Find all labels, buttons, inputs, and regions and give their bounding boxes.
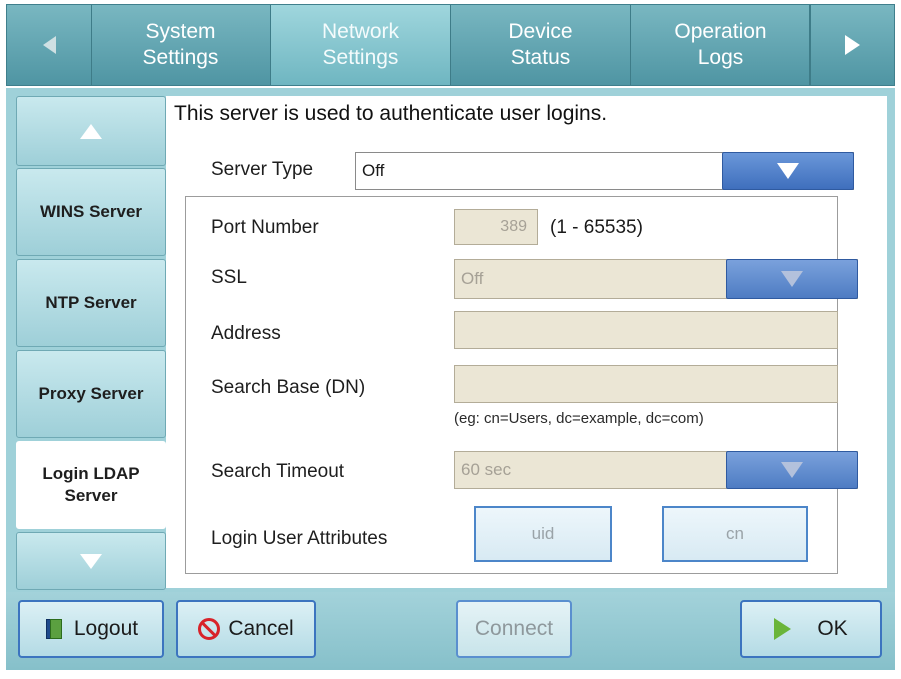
arrow-left-icon: [42, 36, 56, 54]
server-type-dropdown-button[interactable]: [722, 152, 854, 190]
address-label: Address: [211, 323, 281, 344]
sidebar-item-wins-server[interactable]: WINS Server: [16, 168, 166, 256]
sidebar-item-login-ldap-server[interactable]: Login LDAP Server: [16, 441, 166, 529]
sidebar-item-ntp-server[interactable]: NTP Server: [16, 259, 166, 347]
top-tab-bar: System Settings Network Settings Device …: [6, 4, 895, 86]
sidebar-scroll-up-button[interactable]: [16, 96, 166, 166]
connect-label: Connect: [474, 617, 554, 640]
tab-device-status[interactable]: Device Status: [451, 5, 631, 85]
cancel-label: Cancel: [228, 617, 294, 640]
port-number-label: Port Number: [211, 217, 319, 238]
port-number-input[interactable]: 389: [454, 209, 538, 245]
info-text: This server is used to authenticate user…: [174, 102, 608, 125]
ok-label: OK: [817, 617, 848, 640]
port-range-hint: (1 - 65535): [550, 217, 643, 238]
cancel-button[interactable]: Cancel: [176, 600, 316, 658]
search-timeout-value: 60 sec: [461, 460, 512, 479]
search-base-label: Search Base (DN): [211, 377, 366, 398]
settings-panel: This server is used to authenticate user…: [166, 96, 887, 588]
tab-network-settings[interactable]: Network Settings: [271, 5, 451, 85]
ssl-dropdown-button[interactable]: [726, 259, 858, 299]
logout-button[interactable]: Logout: [18, 600, 164, 658]
search-timeout-label: Search Timeout: [211, 461, 345, 482]
cancel-icon: [198, 618, 221, 640]
sidebar-scroll-down-button[interactable]: [16, 532, 166, 590]
logout-label: Logout: [73, 617, 139, 640]
server-type-value: Off: [362, 161, 385, 180]
previous-tab-arrow-button[interactable]: [7, 5, 92, 85]
ssl-dropdown[interactable]: Off: [454, 259, 858, 299]
arrow-right-icon: [844, 35, 860, 55]
server-type-label: Server Type: [211, 159, 314, 180]
arrow-down-icon: [80, 553, 102, 569]
search-timeout-dropdown-button[interactable]: [726, 451, 858, 489]
ldap-settings-group: Port Number 389 (1 - 65535) SSL Off Addr…: [185, 196, 858, 574]
ssl-value: Off: [461, 269, 484, 288]
sidebar-item-proxy-server[interactable]: Proxy Server: [16, 350, 166, 438]
ok-arrow-icon: [774, 618, 792, 640]
address-input[interactable]: [454, 311, 838, 349]
arrow-up-icon: [80, 123, 102, 139]
attribute-cn-button[interactable]: cn: [662, 506, 808, 562]
search-base-hint: (eg: cn=Users, dc=example, dc=com): [454, 410, 704, 427]
tab-operation-logs[interactable]: Operation Logs: [631, 5, 811, 85]
search-timeout-dropdown[interactable]: 60 sec: [454, 451, 858, 489]
ok-button[interactable]: OK: [740, 600, 882, 658]
next-tab-arrow-button[interactable]: [809, 5, 894, 85]
attribute-uid-button[interactable]: uid: [474, 506, 612, 562]
login-user-attributes-label: Login User Attributes: [211, 528, 388, 549]
connect-button[interactable]: Connect: [456, 600, 572, 658]
ssl-label: SSL: [211, 267, 247, 288]
server-type-dropdown[interactable]: Off: [355, 152, 854, 190]
chevron-down-icon: [781, 271, 803, 287]
search-base-input[interactable]: [454, 365, 838, 403]
ldap-settings-screen: System Settings Network Settings Device …: [0, 0, 901, 679]
chevron-down-icon: [781, 462, 803, 478]
tab-system-settings[interactable]: System Settings: [91, 5, 271, 85]
chevron-down-icon: [777, 163, 799, 179]
footer-bar: Logout Cancel Connect OK: [6, 592, 895, 670]
logout-icon: [44, 618, 66, 640]
